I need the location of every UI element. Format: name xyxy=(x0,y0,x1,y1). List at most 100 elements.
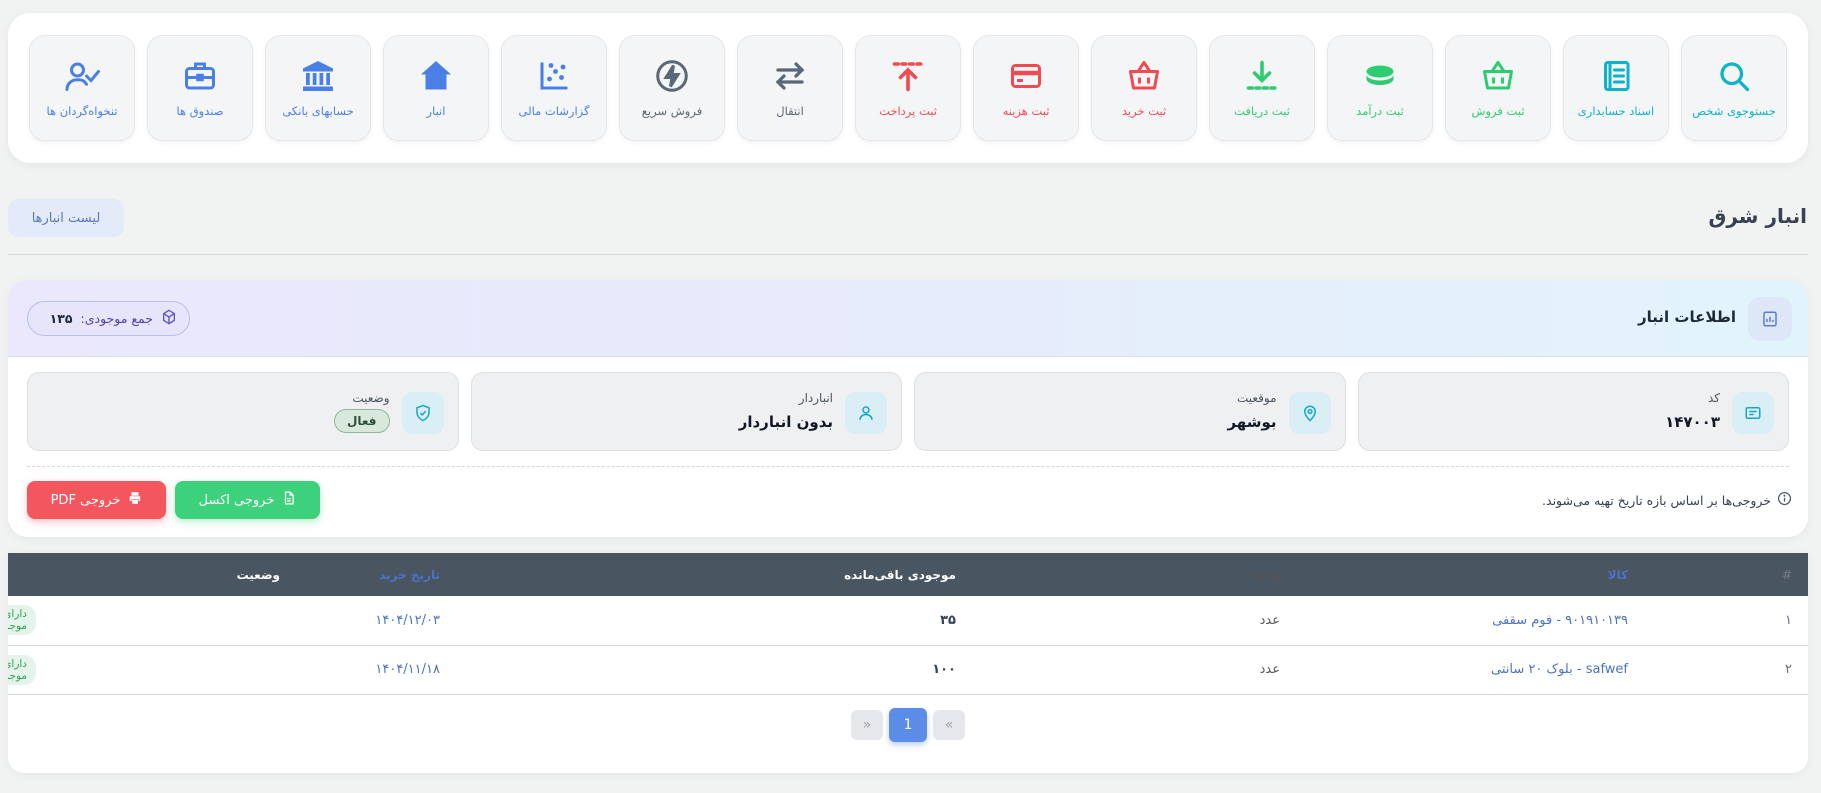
row-purchase-date: ۱۴۰۴/۱۱/۱۸ xyxy=(375,662,440,677)
tool-label: حسابهای بانکی xyxy=(282,104,354,118)
page-title: انبار شرق xyxy=(1708,204,1807,228)
status-badge: فعال xyxy=(333,409,390,433)
export-pdf-button[interactable]: خروجی PDF xyxy=(27,481,166,519)
row-index: ۱ xyxy=(1785,612,1792,628)
tool-warehouse[interactable]: انبار xyxy=(383,35,489,141)
tool-transfer[interactable]: انتقال xyxy=(737,35,843,141)
tool-register-receipt[interactable]: ثبت دریافت xyxy=(1209,35,1315,141)
tool-label: تنخواه‌گردان ها xyxy=(46,104,118,118)
dashed-divider xyxy=(27,466,1789,467)
row-item-link[interactable]: safwef - بلوک ۲۰ سانتی xyxy=(1458,645,1768,694)
tool-register-purchase[interactable]: ثبت خرید xyxy=(1091,35,1197,141)
row-status-cell: دارای موجودی xyxy=(8,645,358,694)
export-note-text: خروجی‌ها بر اساس بازه تاریخ تهیه می‌شوند… xyxy=(1542,492,1771,508)
tile-label: موقعیت xyxy=(1236,391,1277,405)
tile-value: بدون انباردار xyxy=(738,413,833,431)
tool-label: گزارشات مالی xyxy=(518,104,590,118)
tool-bank-accounts[interactable]: حسابهای بانکی xyxy=(265,35,371,141)
tool-accounting-docs[interactable]: اسناد حسابداری xyxy=(1563,35,1669,141)
tile-keeper: انباردار بدون انباردار xyxy=(470,372,902,451)
tile-label: وضعیت xyxy=(352,391,390,405)
tool-register-sale[interactable]: ثبت فروش xyxy=(1445,35,1551,141)
bank-icon xyxy=(300,58,336,94)
header-divider xyxy=(8,254,1808,255)
tile-value: ۱۴۷۰۰۳ xyxy=(1665,413,1720,431)
tile-value: بوشهر xyxy=(1227,413,1277,431)
info-card-header: اطلاعات انبار جمع موجودی: ۱۳۵ xyxy=(8,280,1808,357)
briefcase-icon xyxy=(182,58,218,94)
status-badge: دارای موجودی xyxy=(8,605,36,636)
inventory-table: # کالا واحد موجودی باقی‌مانده تاریخ خرید… xyxy=(8,553,1808,695)
cube-icon xyxy=(161,309,177,328)
info-card-title: اطلاعات انبار xyxy=(1638,308,1736,326)
tool-label: انبار xyxy=(426,104,446,118)
export-note: خروجی‌ها بر اساس بازه تاریخ تهیه می‌شوند… xyxy=(1542,491,1792,509)
column-header-unit[interactable]: واحد xyxy=(1138,553,1458,596)
row-status-cell: دارای موجودی xyxy=(8,596,358,645)
download-icon xyxy=(1244,58,1280,94)
tile-code: کد ۱۴۷۰۰۳ xyxy=(1357,372,1789,451)
column-header-status[interactable]: وضعیت xyxy=(8,553,358,596)
location-pin-icon xyxy=(1288,392,1331,434)
row-index: ۲ xyxy=(1785,662,1792,677)
info-icon xyxy=(1777,491,1792,509)
tool-person-search[interactable]: جستوجوی شخص xyxy=(1681,35,1787,141)
warehouse-list-button[interactable]: لیست انبارها xyxy=(8,199,124,237)
transfer-icon xyxy=(772,58,808,94)
status-badge: دارای موجودی xyxy=(8,654,36,685)
printer-icon xyxy=(128,491,142,509)
tool-cash-boxes[interactable]: صندوق ها xyxy=(147,35,253,141)
tool-petty-cash[interactable]: تنخواه‌گردان ها xyxy=(29,35,135,141)
table-row[interactable]: ۱ ۹۰۱۹۱۰۱۳۹ - فوم سقفی عدد ۳۵ ۱۴۰۴/۱۲/۰۳… xyxy=(8,596,1808,645)
export-excel-label: خروجی اکسل xyxy=(198,492,275,508)
warehouse-info-card: اطلاعات انبار جمع موجودی: ۱۳۵ کد ۱۴۷۰۰۳ … xyxy=(8,280,1808,537)
total-stock-value: ۱۳۵ xyxy=(49,311,73,326)
row-remaining: ۱۰۰ xyxy=(932,662,956,677)
quick-actions-toolbar: جستوجوی شخص اسناد حسابداری ثبت فروش ثبت … xyxy=(8,13,1808,163)
column-header-remaining[interactable]: موجودی باقی‌مانده xyxy=(798,553,1138,596)
tool-label: ثبت هزینه xyxy=(1002,104,1050,118)
tool-label: فروش سریع xyxy=(641,104,703,118)
tool-quick-sale[interactable]: فروش سریع xyxy=(619,35,725,141)
tool-label: ثبت فروش xyxy=(1471,104,1525,118)
card-icon xyxy=(1008,58,1044,94)
tile-label: کد xyxy=(1707,391,1720,405)
table-row[interactable]: ۲ safwef - بلوک ۲۰ سانتی عدد ۱۰۰ ۱۴۰۴/۱۱… xyxy=(8,645,1808,694)
tool-label: ثبت درآمد xyxy=(1356,104,1404,118)
tool-label: ثبت دریافت xyxy=(1234,104,1290,118)
tool-financial-reports[interactable]: گزارشات مالی xyxy=(501,35,607,141)
pagination: « 1 » xyxy=(8,708,1808,742)
bolt-icon xyxy=(654,58,690,94)
row-unit: عدد xyxy=(1259,662,1280,677)
tool-label: اسناد حسابداری xyxy=(1577,104,1655,118)
row-remaining: ۳۵ xyxy=(940,612,956,628)
warehouse-icon xyxy=(418,58,454,94)
row-purchase-date: ۱۴۰۴/۱۲/۰۳ xyxy=(375,612,440,628)
upload-icon xyxy=(890,58,926,94)
pagination-next-button[interactable]: » xyxy=(933,710,965,740)
pagination-page-1[interactable]: 1 xyxy=(889,708,927,742)
document-chart-icon xyxy=(1748,297,1792,341)
inventory-table-card: # کالا واحد موجودی باقی‌مانده تاریخ خرید… xyxy=(8,553,1808,773)
coins-icon xyxy=(1362,58,1398,94)
total-stock-pill: جمع موجودی: ۱۳۵ xyxy=(27,301,190,336)
column-header-purchase-date[interactable]: تاریخ خرید xyxy=(358,553,798,596)
row-item-link[interactable]: ۹۰۱۹۱۰۱۳۹ - فوم سقفی xyxy=(1458,596,1768,645)
scatter-chart-icon xyxy=(536,58,572,94)
tool-label: صندوق ها xyxy=(176,104,224,118)
tile-location: موقعیت بوشهر xyxy=(914,372,1346,451)
tool-register-payment[interactable]: ثبت پرداخت xyxy=(855,35,961,141)
tool-register-expense[interactable]: ثبت هزینه xyxy=(973,35,1079,141)
tool-register-income[interactable]: ثبت درآمد xyxy=(1327,35,1433,141)
column-header-item[interactable]: کالا xyxy=(1458,553,1768,596)
export-excel-button[interactable]: خروجی اکسل xyxy=(175,481,320,519)
tile-status: وضعیت فعال xyxy=(27,372,459,451)
column-header-index: # xyxy=(1781,567,1792,582)
tool-label: ثبت پرداخت xyxy=(879,104,937,118)
basket-icon xyxy=(1126,58,1162,94)
file-icon xyxy=(282,491,296,509)
ledger-icon xyxy=(1598,58,1634,94)
pagination-prev-button[interactable]: « xyxy=(851,710,883,740)
tool-label: جستوجوی شخص xyxy=(1692,104,1776,118)
total-stock-label: جمع موجودی: xyxy=(80,311,153,326)
